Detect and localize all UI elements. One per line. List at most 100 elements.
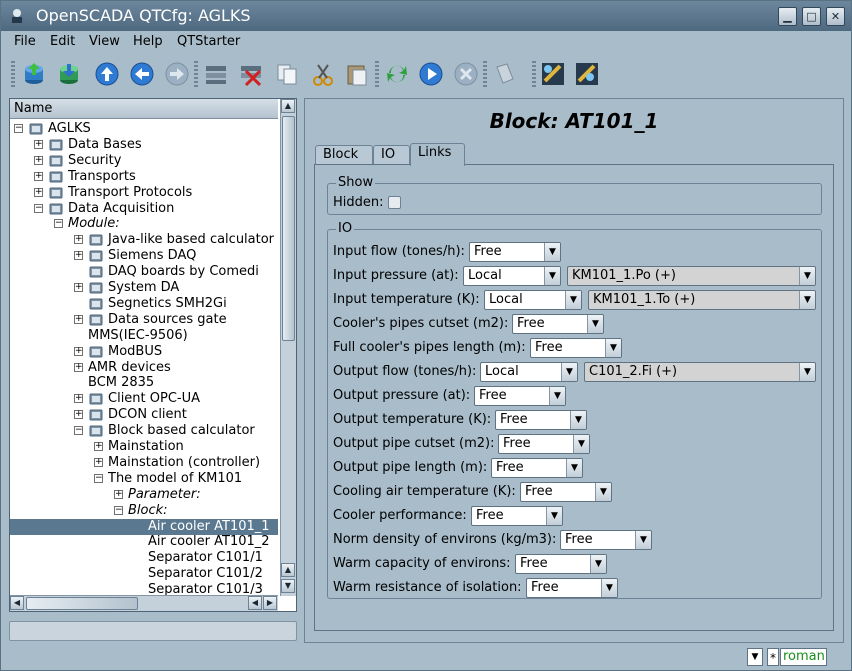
tree-item[interactable]: BCM 2835 bbox=[10, 375, 278, 391]
tree-item[interactable]: + Siemens DAQ bbox=[10, 248, 278, 264]
scroll-up-button-2[interactable]: ▲ bbox=[281, 563, 295, 577]
toolbar-grip-4[interactable] bbox=[483, 61, 487, 87]
toolbar-grip[interactable] bbox=[11, 61, 15, 87]
expand-icon[interactable]: + bbox=[94, 442, 103, 451]
expand-icon[interactable]: + bbox=[34, 171, 43, 181]
tree-item[interactable]: Separator C101/1 bbox=[10, 550, 278, 566]
tree-item[interactable]: + Java-like based calculator bbox=[10, 232, 278, 248]
expand-icon[interactable]: + bbox=[34, 155, 43, 165]
maximize-button[interactable]: □ bbox=[802, 7, 821, 26]
io-link-select[interactable]: KM101_1.Po (+) ▼ bbox=[567, 266, 816, 286]
expand-icon[interactable]: + bbox=[74, 283, 83, 292]
tab-block[interactable]: Block bbox=[315, 145, 373, 165]
tab-links[interactable]: Links bbox=[410, 143, 465, 166]
tree-item[interactable]: + Data sources gate bbox=[10, 312, 278, 328]
tree-item[interactable]: MMS(IEC-9506) bbox=[10, 328, 278, 344]
menu-help[interactable]: Help bbox=[133, 34, 163, 49]
tree-item[interactable]: + System DA bbox=[10, 280, 278, 296]
scroll-thumb[interactable] bbox=[282, 116, 295, 341]
io-mode-select[interactable]: Free ▼ bbox=[512, 314, 604, 334]
expand-icon[interactable]: + bbox=[94, 457, 103, 467]
tree-item[interactable]: Air cooler AT101_2 bbox=[10, 534, 278, 550]
scroll-right-button[interactable]: ▶ bbox=[263, 596, 277, 610]
tree-item[interactable]: − Module: bbox=[10, 216, 278, 232]
io-mode-select[interactable]: Free ▼ bbox=[530, 338, 622, 358]
status-dropdown[interactable]: ▼ bbox=[747, 648, 763, 666]
stop-icon[interactable] bbox=[453, 61, 479, 87]
io-mode-select[interactable]: Free ▼ bbox=[471, 506, 563, 526]
add-item-icon[interactable] bbox=[203, 61, 229, 87]
tree-horizontal-scrollbar[interactable]: ◀ ◀ ▶ bbox=[10, 595, 278, 611]
expand-icon[interactable]: + bbox=[74, 235, 83, 245]
forward-arrow-icon[interactable] bbox=[164, 61, 190, 87]
navigation-tree[interactable]: Name − AGLKS + Data Bases + Security + Transpor… bbox=[9, 98, 297, 612]
tree-item[interactable]: DAQ boards by Comedi bbox=[10, 264, 278, 280]
refresh-icon[interactable] bbox=[384, 61, 410, 87]
tree-item[interactable]: + Data Bases bbox=[10, 137, 278, 153]
play-icon[interactable] bbox=[418, 61, 444, 87]
io-mode-select[interactable]: Free ▼ bbox=[526, 578, 618, 598]
io-mode-select[interactable]: Free ▼ bbox=[498, 434, 590, 454]
expand-icon[interactable]: + bbox=[114, 489, 123, 499]
close-button[interactable]: ✕ bbox=[826, 7, 845, 26]
expand-icon[interactable]: + bbox=[74, 394, 83, 404]
tree-item[interactable]: + Transport Protocols bbox=[10, 185, 278, 201]
scroll-left-button-2[interactable]: ◀ bbox=[248, 596, 262, 610]
toolbar-grip-2[interactable] bbox=[194, 61, 198, 87]
tree-item[interactable]: − Block: bbox=[10, 503, 278, 519]
collapse-icon[interactable]: − bbox=[94, 473, 103, 483]
collapse-icon[interactable]: − bbox=[34, 203, 43, 213]
tab-io[interactable]: IO bbox=[373, 145, 410, 165]
menu-qtstarter[interactable]: QTStarter bbox=[177, 34, 240, 49]
scroll-down-button[interactable]: ▼ bbox=[281, 579, 295, 593]
tree-item[interactable]: + Parameter: bbox=[10, 487, 278, 503]
tree-item[interactable]: − Data Acquisition bbox=[10, 201, 278, 217]
vision-tool-icon[interactable] bbox=[574, 61, 600, 87]
minimize-button[interactable]: ▁ bbox=[778, 7, 797, 26]
collapse-icon[interactable]: − bbox=[114, 505, 123, 515]
up-arrow-icon[interactable] bbox=[94, 61, 120, 87]
io-mode-select[interactable]: Free ▼ bbox=[491, 458, 583, 478]
io-mode-select[interactable]: Free ▼ bbox=[515, 554, 607, 574]
back-arrow-icon[interactable] bbox=[129, 61, 155, 87]
scroll-left-button[interactable]: ◀ bbox=[10, 596, 24, 610]
expand-icon[interactable]: + bbox=[34, 139, 43, 149]
tree-header[interactable]: Name bbox=[10, 99, 278, 119]
io-mode-select[interactable]: Free ▼ bbox=[495, 410, 587, 430]
tree-item[interactable]: + Mainstation (controller) bbox=[10, 455, 278, 471]
delete-item-icon[interactable] bbox=[238, 61, 264, 87]
menu-view[interactable]: View bbox=[89, 34, 120, 49]
io-mode-select[interactable]: Local ▼ bbox=[484, 290, 582, 310]
panel-splitter[interactable] bbox=[299, 98, 303, 643]
io-mode-select[interactable]: Local ▼ bbox=[480, 362, 578, 382]
tree-vertical-scrollbar[interactable]: ▲ ▲ ▼ bbox=[280, 99, 296, 596]
tree-item[interactable]: + ModBUS bbox=[10, 344, 278, 360]
tree-item[interactable]: − The model of KM101 bbox=[10, 471, 278, 487]
hscroll-thumb[interactable] bbox=[26, 597, 138, 610]
toolbar-grip-3[interactable] bbox=[375, 61, 379, 87]
cut-icon[interactable] bbox=[310, 61, 336, 87]
expand-icon[interactable]: + bbox=[74, 346, 83, 356]
menu-edit[interactable]: Edit bbox=[50, 34, 75, 49]
qtcfg-tool-icon[interactable] bbox=[540, 61, 566, 87]
tree-item[interactable]: + Transports bbox=[10, 169, 278, 185]
collapse-icon[interactable]: − bbox=[74, 426, 83, 436]
tree-item-selected[interactable]: Air cooler AT101_1 bbox=[10, 518, 278, 535]
tree-item[interactable]: + Mainstation bbox=[10, 439, 278, 455]
tree-item[interactable]: + Client OPC-UA bbox=[10, 391, 278, 407]
collapse-icon[interactable]: − bbox=[54, 219, 63, 229]
tree-item[interactable]: Separator C101/2 bbox=[10, 566, 278, 582]
io-link-select[interactable]: C101_2.Fi (+) ▼ bbox=[584, 362, 816, 382]
load-icon[interactable] bbox=[21, 61, 47, 87]
save-icon[interactable] bbox=[56, 61, 82, 87]
collapse-icon[interactable]: − bbox=[14, 124, 23, 133]
io-mode-select[interactable]: Free ▼ bbox=[560, 530, 652, 550]
tree-item[interactable]: + DCON client bbox=[10, 407, 278, 423]
paste-icon[interactable] bbox=[344, 61, 370, 87]
io-mode-select[interactable]: Free ▼ bbox=[474, 386, 566, 406]
io-mode-select[interactable]: Local ▼ bbox=[463, 266, 561, 286]
expand-icon[interactable]: + bbox=[74, 410, 83, 420]
tree-item[interactable]: + Security bbox=[10, 153, 278, 169]
tree-item[interactable]: Segnetics SMH2Gi bbox=[10, 296, 278, 312]
io-mode-select[interactable]: Free ▼ bbox=[520, 482, 612, 502]
